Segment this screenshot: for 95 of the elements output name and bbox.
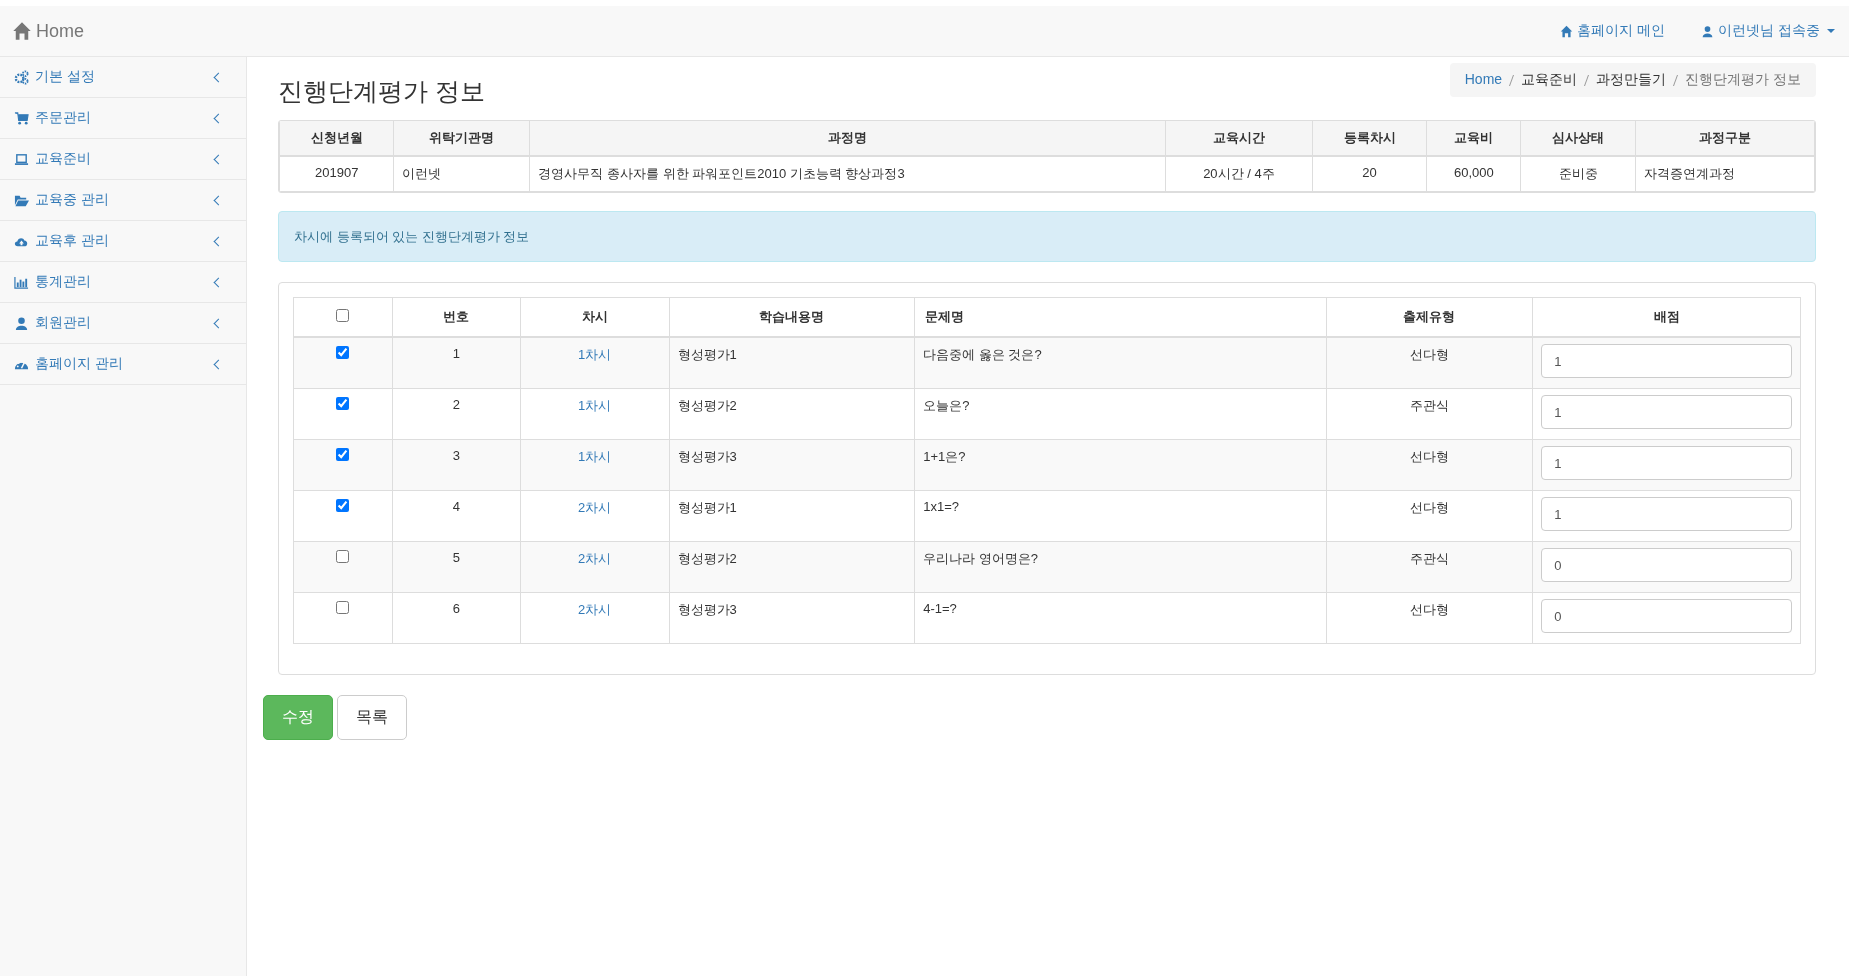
- table-cell: 3: [392, 439, 521, 491]
- table-cell: 주관식: [1326, 388, 1533, 440]
- table-cell: 우리나라 영어명은?: [914, 541, 1327, 593]
- sidebar-item[interactable]: 교육준비: [0, 139, 246, 180]
- sidebar-item[interactable]: 홈페이지 관리: [0, 344, 246, 385]
- session-link[interactable]: 1차시: [578, 449, 612, 464]
- table-cell: 형성평가3: [669, 592, 915, 644]
- info-alert: 차시에 등록되어 있는 진행단계평가 정보: [278, 211, 1816, 262]
- row-checkbox[interactable]: [336, 550, 350, 563]
- column-header: 번호: [392, 297, 521, 337]
- row-checkbox[interactable]: [336, 397, 350, 410]
- table-cell: 1x1=?: [914, 490, 1327, 542]
- table-cell: 4: [392, 490, 521, 542]
- link-text: 홈페이지 메인: [1577, 22, 1666, 40]
- bar-chart-icon: [14, 274, 29, 290]
- table-cell: 6: [392, 592, 521, 644]
- link-text: 이런넷님 접속중: [1718, 22, 1820, 40]
- cart-icon: [14, 110, 29, 126]
- table-cell: 준비중: [1520, 156, 1636, 192]
- sidebar-item[interactable]: 회원관리: [0, 303, 246, 344]
- home-icon: [12, 21, 32, 41]
- select-all-checkbox[interactable]: [336, 309, 350, 322]
- sidebar-item[interactable]: 교육후 관리: [0, 221, 246, 262]
- column-header: 출제유형: [1326, 297, 1533, 337]
- list-button[interactable]: 목록: [337, 695, 407, 740]
- table-cell: 형성평가1: [669, 490, 915, 542]
- table-cell: 선다형: [1326, 337, 1533, 389]
- brand-text: Home: [36, 20, 84, 42]
- table-cell: 자격증연계과정: [1635, 156, 1815, 192]
- table-cell: 형성평가3: [669, 439, 915, 491]
- column-header: 학습내용명: [669, 297, 915, 337]
- table-cell: 4-1=?: [914, 592, 1327, 644]
- gears-icon: [14, 69, 29, 85]
- sidebar-item[interactable]: 교육중 관리: [0, 180, 246, 221]
- score-input[interactable]: 0: [1541, 599, 1792, 633]
- breadcrumb-item[interactable]: 과정만들기: [1596, 71, 1667, 89]
- column-header: 등록차시: [1312, 121, 1427, 156]
- table-cell: 20시간 / 4주: [1165, 156, 1313, 192]
- breadcrumb-item: 진행단계평가 정보: [1685, 71, 1801, 89]
- table-cell: 1+1은?: [914, 439, 1327, 491]
- save-button[interactable]: 수정: [263, 695, 333, 740]
- session-link[interactable]: 1차시: [578, 398, 612, 413]
- column-header: 심사상태: [1520, 121, 1636, 156]
- homepage-link[interactable]: 홈페이지 메인: [1560, 22, 1666, 40]
- column-header: 배점: [1532, 297, 1801, 337]
- home-icon: [1560, 24, 1574, 38]
- row-checkbox[interactable]: [336, 499, 350, 512]
- column-header: 과정명: [529, 121, 1166, 156]
- breadcrumb-item[interactable]: Home: [1464, 71, 1503, 89]
- user-menu[interactable]: 이런넷님 접속중: [1701, 22, 1835, 40]
- table-cell: 형성평가1: [669, 337, 915, 389]
- table-cell: 형성평가2: [669, 388, 915, 440]
- session-link[interactable]: 1차시: [578, 347, 612, 362]
- table-cell: 201907: [279, 156, 394, 192]
- home-link[interactable]: Home: [12, 20, 84, 42]
- row-checkbox[interactable]: [336, 601, 350, 614]
- table-cell: 형성평가2: [669, 541, 915, 593]
- table-cell: 60,000: [1426, 156, 1521, 192]
- breadcrumb-item[interactable]: 교육준비: [1521, 71, 1578, 89]
- table-cell: 선다형: [1326, 592, 1533, 644]
- table-cell: 오늘은?: [914, 388, 1327, 440]
- sidebar-item[interactable]: 통계관리: [0, 262, 246, 303]
- score-input[interactable]: 0: [1541, 548, 1792, 582]
- column-header: 차시: [520, 297, 670, 337]
- table-cell: 20: [1312, 156, 1427, 192]
- session-link[interactable]: 2차시: [578, 602, 612, 617]
- column-header: 문제명: [914, 297, 1327, 337]
- user-icon: [1701, 24, 1715, 38]
- sidebar-item[interactable]: 주문관리: [0, 98, 246, 139]
- score-input[interactable]: 1: [1541, 446, 1792, 480]
- column-header: 위탁기관명: [393, 121, 530, 156]
- score-input[interactable]: 1: [1541, 344, 1792, 378]
- table-cell: 1: [392, 337, 521, 389]
- sidebar-item[interactable]: 기본 설정: [0, 57, 246, 98]
- table-cell: 주관식: [1326, 541, 1533, 593]
- score-input[interactable]: 1: [1541, 497, 1792, 531]
- column-header: 교육비: [1426, 121, 1521, 156]
- table-cell: 선다형: [1326, 490, 1533, 542]
- table-cell: 선다형: [1326, 439, 1533, 491]
- row-checkbox[interactable]: [336, 346, 350, 359]
- score-input[interactable]: 1: [1541, 395, 1792, 429]
- user-icon: [14, 315, 29, 331]
- column-header: 과정구분: [1635, 121, 1815, 156]
- table-cell: 이런넷: [393, 156, 530, 192]
- session-link[interactable]: 2차시: [578, 551, 612, 566]
- table-cell: 경영사무직 종사자를 위한 파워포인트2010 기초능력 향상과정3: [529, 156, 1166, 192]
- page-title: 진행단계평가 정보: [278, 76, 485, 107]
- row-checkbox[interactable]: [336, 448, 350, 461]
- table-cell: 2: [392, 388, 521, 440]
- column-header: 교육시간: [1165, 121, 1313, 156]
- table-cell: 5: [392, 541, 521, 593]
- session-link[interactable]: 2차시: [578, 500, 612, 515]
- table-cell: 다음중에 옳은 것은?: [914, 337, 1327, 389]
- column-header: 신청년월: [279, 121, 394, 156]
- laptop-icon: [14, 151, 29, 167]
